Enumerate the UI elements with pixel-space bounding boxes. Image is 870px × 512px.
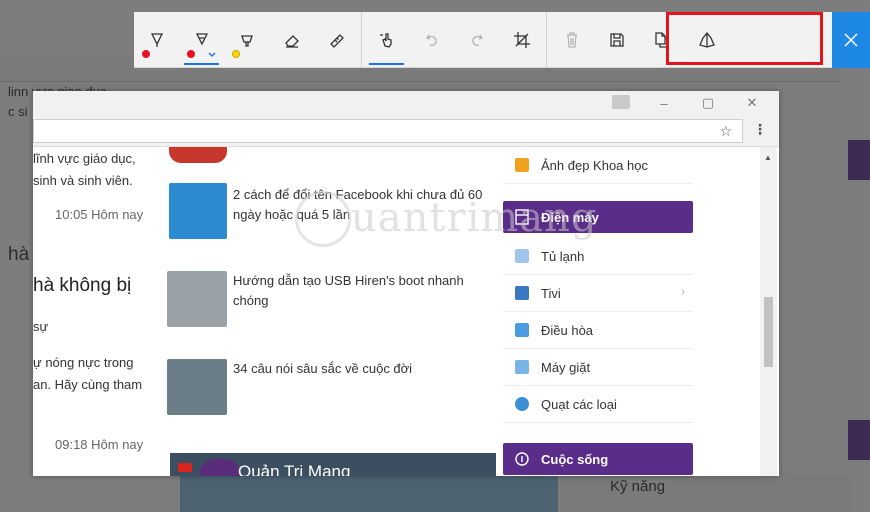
sidebar-item-label: Tivi [541,286,561,301]
background-sidebar-block [848,140,870,180]
article-snippet: sự [33,319,49,334]
highlighter-icon [240,35,253,47]
washing-machine-icon [515,360,529,374]
maximize-button[interactable]: ▢ [693,91,723,115]
close-icon [844,33,858,47]
watermark-logo [295,191,351,247]
window-title-bar: – ▢ ✕ [33,91,779,115]
crop-button[interactable] [499,12,544,68]
fan-icon [515,397,529,411]
pencil-button[interactable] [179,12,224,68]
eraser-button[interactable] [269,12,314,68]
article-snippet: sinh và sinh viên. [33,173,133,188]
article-snippet: lĩnh vực giáo dục, [33,151,136,166]
eraser-icon [284,35,299,48]
sidebar-item-label: Điều hòa [541,323,594,338]
page-scrollbar[interactable]: ▲ [760,147,777,476]
crop-icon [513,32,530,48]
color-dot [142,50,150,58]
logo [200,459,240,476]
sidebar-item-may-giat[interactable]: Máy giặt [503,349,693,386]
background-sidebar-item: Kỹ năng [610,478,666,495]
watermark: uantrimang [351,195,598,241]
chevron-down-icon [208,52,216,57]
delete-button[interactable] [549,12,594,68]
selected-indicator [184,63,219,65]
article-title[interactable]: 34 câu nói sâu sắc về cuộc đời [233,359,488,379]
color-dot [232,50,240,58]
background-heading: hà [8,244,30,265]
trash-icon [566,32,577,48]
article-heading[interactable]: hà không bị [33,275,131,297]
article-thumbnail[interactable] [167,271,227,327]
article-title[interactable]: Hướng dẫn tạo USB Hiren's boot nhanh chó… [233,271,488,311]
article-thumbnail[interactable] [169,183,227,239]
touch-writing-button[interactable] [364,12,409,68]
selected-indicator [369,63,404,65]
background-sidebar: Kỹ năng [560,474,850,512]
copy-button[interactable] [639,12,684,68]
sidebar-section-label: Cuộc sống [541,452,609,467]
copy-icon [654,32,669,48]
pencil-icon [195,33,208,46]
toolbar-separator [546,12,547,67]
undo-button[interactable] [409,12,454,68]
background-sidebar-block [848,420,870,460]
redo-button[interactable] [454,12,499,68]
redo-icon [471,34,483,47]
sidebar-item-label: Máy giặt [541,360,591,375]
sidebar-item-quat[interactable]: Quạt các loại [503,386,693,423]
sidebar-item-label: Quạt các loại [541,397,617,412]
touch-writing-icon [379,33,392,48]
timestamp: 10:05 Hôm nay [55,207,144,222]
article-thumbnail[interactable] [169,147,227,163]
article-snippet: ự nóng nực trong [33,355,134,370]
air-conditioner-icon [515,323,529,337]
profile-icon[interactable] [612,95,630,109]
fridge-icon [515,249,529,263]
toolbar-separator [361,12,362,67]
scroll-up-icon[interactable]: ▲ [764,153,772,162]
sidebar-item-tivi[interactable]: Tivi › [503,275,693,312]
snip-toolbar [134,12,870,68]
image-icon [515,158,529,172]
life-icon [515,452,529,466]
minimize-button[interactable]: – [649,91,679,115]
sidebar-item-dieu-hoa[interactable]: Điều hòa [503,312,693,349]
tv-icon [515,286,529,300]
banner-title: Quản Trị Mạng [238,462,351,476]
bookmark-star-icon[interactable]: ☆ [719,123,732,140]
address-bar[interactable]: ☆ [33,119,743,143]
sidebar-item[interactable]: Ảnh đẹp Khoa học [503,147,693,184]
article-thumbnail[interactable] [167,359,227,415]
close-button[interactable] [832,12,870,68]
browser-window: – ▢ ✕ ☆ ⋮ lĩnh vực giáo dục, sinh và sin… [33,91,779,476]
save-icon [609,33,624,47]
menu-icon[interactable]: ⋮ [753,121,767,138]
ballpoint-pen-icon [150,33,163,47]
background-banner [180,474,558,512]
highlighter-button[interactable] [224,12,269,68]
sidebar-item-tu-lanh[interactable]: Tủ lạnh [503,238,693,275]
chevron-right-icon: › [681,286,685,298]
timestamp: 09:18 Hôm nay [55,437,144,452]
undo-icon [425,34,437,47]
window-close-button[interactable]: ✕ [737,91,767,115]
color-dot [187,50,195,58]
brand-banner[interactable]: Quản Trị Mạng [170,453,496,476]
save-button[interactable] [594,12,639,68]
sidebar-item-label: Ảnh đẹp Khoa học [541,158,648,173]
article-snippet: an. Hãy cùng tham [33,377,143,392]
sidebar-item-label: Tủ lạnh [541,249,585,264]
background-snippet: c si [8,104,28,119]
share-icon [698,31,715,48]
ballpoint-pen-button[interactable] [134,12,179,68]
scrollbar-thumb[interactable] [764,297,773,367]
flag-icon [178,463,192,472]
share-button[interactable] [684,12,729,68]
ruler-button[interactable] [314,12,359,68]
address-row: ☆ ⋮ [33,115,779,147]
ruler-icon [329,34,344,48]
sidebar-section-cuoc-song[interactable]: Cuộc sống [503,443,693,475]
